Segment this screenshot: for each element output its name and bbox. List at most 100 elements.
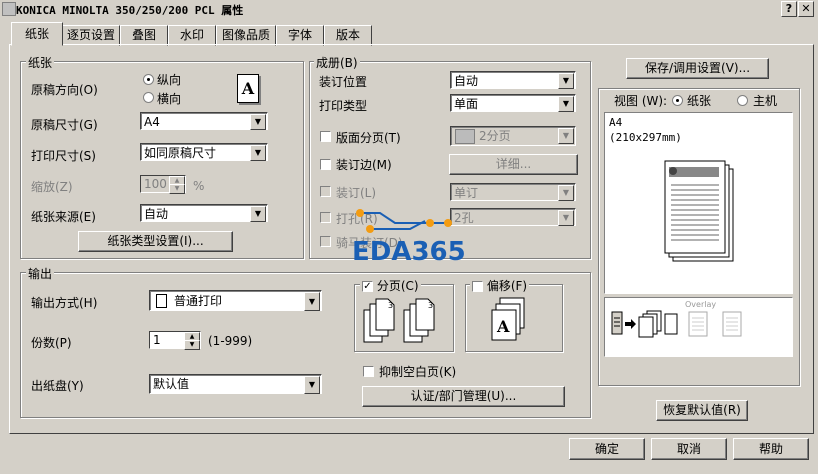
- spin-down-icon[interactable]: ▼: [184, 340, 200, 350]
- tab-paper[interactable]: 纸张: [11, 22, 63, 46]
- tab-version[interactable]: 版本: [324, 25, 372, 46]
- tab-font[interactable]: 字体: [276, 25, 324, 46]
- staple-checkbox[interactable]: [320, 186, 331, 197]
- orientation-label: 原稿方向(O): [31, 83, 98, 97]
- layout-value: 2分页: [479, 129, 511, 143]
- landscape-radio[interactable]: [143, 92, 154, 103]
- paper-source-select[interactable]: 自动 ▼: [140, 204, 268, 222]
- window-title: KONICA MINOLTA 350/250/200 PCL 属性: [16, 4, 244, 17]
- copies-range: (1-999): [208, 334, 253, 348]
- paper-source-value: 自动: [144, 207, 169, 221]
- collate-checkbox[interactable]: ✓: [362, 281, 373, 292]
- paper-preview: A4 (210x297mm): [604, 112, 793, 294]
- print-type-value: 单面: [454, 97, 479, 111]
- title-bar: KONICA MINOLTA 350/250/200 PCL 属性 ? ✕: [0, 0, 818, 18]
- punch-checkbox[interactable]: [320, 212, 331, 223]
- output-method-label: 输出方式(H): [31, 296, 98, 310]
- staple-value: 单订: [454, 186, 479, 200]
- staple-label: 装订(L): [336, 186, 377, 200]
- portrait-radio[interactable]: [143, 74, 154, 85]
- ok-button[interactable]: 确定: [569, 438, 645, 460]
- tray-select[interactable]: 默认值 ▼: [149, 374, 322, 394]
- spin-down-icon[interactable]: ▼: [169, 184, 185, 194]
- paper-source-label: 纸张来源(E): [31, 210, 96, 224]
- svg-text:A: A: [496, 317, 510, 336]
- document-icon: [156, 294, 167, 308]
- overlay-text: Overlay: [685, 300, 717, 309]
- watermark-logo: EDA365: [352, 237, 466, 267]
- view-paper-label: 纸张: [687, 94, 712, 108]
- original-size-select[interactable]: A4 ▼: [140, 112, 268, 130]
- offset-checkbox[interactable]: [472, 281, 483, 292]
- chevron-down-icon: ▼: [558, 210, 574, 226]
- print-type-label: 打印类型: [319, 99, 368, 113]
- copies-spinner[interactable]: 1 ▲ ▼: [149, 331, 201, 350]
- chevron-down-icon: ▼: [304, 292, 320, 311]
- print-size-value: 如同原稿尺寸: [144, 146, 217, 160]
- zoom-spinner[interactable]: 100 ▲ ▼: [140, 175, 186, 194]
- watermark-circuit-icon: [356, 209, 452, 233]
- view-label: 视图 (W):: [614, 94, 668, 108]
- view-machine-label: 主机: [753, 94, 778, 108]
- tab-image-quality[interactable]: 图像品质: [216, 25, 276, 46]
- binding-position-label: 装订位置: [319, 75, 368, 89]
- chevron-down-icon: ▼: [558, 185, 574, 201]
- staple-select[interactable]: 单订 ▼: [450, 183, 576, 201]
- tab-per-page[interactable]: 逐页设置: [62, 25, 120, 46]
- layout-checkbox[interactable]: [320, 131, 331, 142]
- chevron-down-icon: ▼: [304, 376, 320, 394]
- chevron-down-icon: ▼: [558, 73, 574, 89]
- offset-stack-icon: A: [491, 297, 525, 341]
- overlay-preview: Overlay: [604, 297, 793, 357]
- svg-text:3: 3: [388, 301, 393, 310]
- layout-pages-icon: [455, 129, 475, 144]
- saddle-checkbox[interactable]: [320, 236, 331, 247]
- overlay-pages-icon: [688, 311, 742, 337]
- view-machine-radio[interactable]: [737, 95, 748, 106]
- print-size-label: 打印尺寸(S): [31, 149, 96, 163]
- help-button[interactable]: 帮助: [733, 438, 809, 460]
- margin-label: 装订边(M): [336, 158, 392, 172]
- print-type-select[interactable]: 单面 ▼: [450, 94, 576, 112]
- orientation-page-icon: A: [237, 74, 259, 103]
- finishing-group-title: 成册(B): [314, 54, 360, 71]
- offset-label: 偏移(F): [486, 279, 528, 293]
- landscape-label: 横向: [157, 92, 182, 106]
- margin-checkbox[interactable]: [320, 159, 331, 170]
- tab-watermark[interactable]: 水印: [168, 25, 216, 46]
- restore-defaults-button[interactable]: 恢复默认值(R): [656, 400, 748, 421]
- print-size-select[interactable]: 如同原稿尺寸 ▼: [140, 143, 268, 161]
- layout-select[interactable]: 2分页 ▼: [450, 126, 576, 146]
- detail-button[interactable]: 详细...: [449, 154, 578, 175]
- portrait-label: 纵向: [157, 73, 182, 87]
- view-paper-radio[interactable]: [672, 95, 683, 106]
- collate-pages-icon: 33: [363, 298, 435, 343]
- suppress-blank-checkbox[interactable]: [363, 366, 374, 377]
- page-stack-icon: [664, 160, 734, 262]
- cancel-button[interactable]: 取消: [651, 438, 727, 460]
- binding-position-select[interactable]: 自动 ▼: [450, 71, 576, 89]
- chevron-down-icon: ▼: [250, 145, 266, 161]
- paper-type-button[interactable]: 纸张类型设置(I)...: [78, 231, 233, 252]
- save-recall-button[interactable]: 保存/调用设置(V)...: [626, 58, 769, 79]
- collate-header: ✓ 分页(C): [360, 277, 421, 294]
- punch-select[interactable]: 2孔 ▼: [450, 208, 576, 226]
- tray-label: 出纸盘(Y): [31, 379, 84, 393]
- tray-value: 默认值: [153, 377, 190, 391]
- binding-position-value: 自动: [454, 74, 479, 88]
- close-button[interactable]: ✕: [798, 1, 814, 17]
- help-title-button[interactable]: ?: [781, 1, 797, 17]
- original-size-label: 原稿尺寸(G): [31, 118, 98, 132]
- chevron-down-icon: ▼: [558, 96, 574, 112]
- suppress-blank-label: 抑制空白页(K): [379, 365, 457, 379]
- paper-group-title: 纸张: [26, 54, 55, 71]
- zoom-unit: %: [193, 179, 205, 193]
- zoom-label: 缩放(Z): [31, 180, 73, 194]
- collate-label: 分页(C): [376, 279, 419, 293]
- chevron-down-icon: ▼: [558, 128, 574, 144]
- output-method-select[interactable]: 普通打印 ▼: [149, 290, 322, 311]
- tab-overlay[interactable]: 叠图: [120, 25, 168, 46]
- printer-icon: [2, 2, 16, 16]
- chevron-down-icon: ▼: [250, 114, 266, 130]
- auth-button[interactable]: 认证/部门管理(U)...: [362, 386, 565, 407]
